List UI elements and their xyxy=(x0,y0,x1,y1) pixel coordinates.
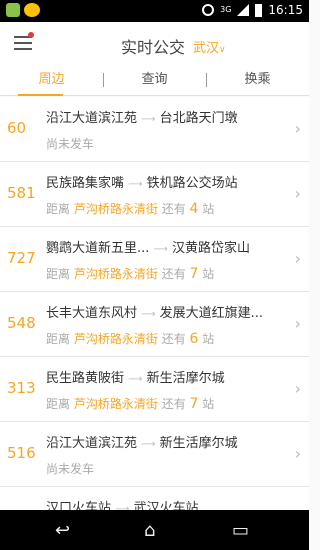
list-item[interactable]: 313 民生路黄陂街 ⟶ 新生活摩尔城 距离 芦沟桥路永清街 还有 7 站 › xyxy=(0,357,309,422)
line-number: 548 xyxy=(7,314,36,332)
arrow-right-icon: ⟶ xyxy=(128,179,143,190)
arrow-right-icon: ⟶ xyxy=(153,244,168,255)
line-number: 516 xyxy=(7,444,36,462)
route: 鹦鹉大道新五里... ⟶ 汉黄路岱家山 xyxy=(46,237,250,256)
route-from: 沿江大道滨江苑 xyxy=(46,111,138,126)
nearby-bus-list: 60 沿江大道滨江苑 ⟶ 台北路天门墩 尚未发车 › 581 民族路集家嘴 ⟶ … xyxy=(0,97,309,510)
distance-info: 距离 芦沟桥路永清街 还有 7 站 xyxy=(46,395,214,412)
arrow-right-icon: ⟶ xyxy=(141,114,156,125)
list-item[interactable]: 548 长丰大道东风村 ⟶ 发展大道红旗建... 距离 芦沟桥路永清街 还有 6… xyxy=(0,292,309,357)
route-from: 沿江大道滨江苑 xyxy=(46,436,138,451)
route-to: 铁机路公交场站 xyxy=(146,176,238,191)
clock: 16:15 xyxy=(268,3,303,17)
route-from: 汉口火车站 xyxy=(46,501,112,510)
remaining-suffix: 站 xyxy=(202,397,215,411)
page-title: 实时公交 xyxy=(121,38,186,57)
remaining-prefix: 还有 xyxy=(161,267,186,281)
remaining-suffix: 站 xyxy=(202,332,215,346)
active-tab-indicator xyxy=(18,94,63,96)
route: 民生路黄陂街 ⟶ 新生活摩尔城 xyxy=(46,367,225,386)
chevron-right-icon: › xyxy=(294,314,301,333)
line-number: 727 xyxy=(7,249,36,267)
arrow-right-icon: ⟶ xyxy=(128,374,143,385)
remaining-prefix: 还有 xyxy=(161,202,186,216)
list-item[interactable]: 60 沿江大道滨江苑 ⟶ 台北路天门墩 尚未发车 › xyxy=(0,97,309,162)
alarm-icon xyxy=(202,4,215,16)
distance-label: 距离 xyxy=(46,397,71,411)
list-item[interactable]: 581 民族路集家嘴 ⟶ 铁机路公交场站 距离 芦沟桥路永清街 还有 4 站 › xyxy=(0,162,309,227)
status-text: 尚未发车 xyxy=(46,137,95,151)
distance-label: 距离 xyxy=(46,267,71,281)
route-to: 台北路天门墩 xyxy=(159,111,238,126)
stop-count: 7 xyxy=(189,396,199,412)
app-notification-icon xyxy=(6,3,20,17)
city-selector[interactable]: 武汉∨ xyxy=(193,37,226,56)
stop-name: 芦沟桥路永清街 xyxy=(73,332,158,346)
distance-label: 距离 xyxy=(46,202,71,216)
route: 长丰大道东风村 ⟶ 发展大道红旗建... xyxy=(46,302,263,321)
notification-dot-icon xyxy=(28,32,34,38)
route-from: 民生路黄陂街 xyxy=(46,371,125,386)
chevron-right-icon: › xyxy=(294,379,301,398)
chevron-right-icon: › xyxy=(294,444,301,463)
distance-info: 距离 芦沟桥路永清街 还有 4 站 xyxy=(46,200,214,217)
tab-transfer[interactable]: 换乘 xyxy=(206,70,309,90)
list-item[interactable]: 727 鹦鹉大道新五里... ⟶ 汉黄路岱家山 距离 芦沟桥路永清街 还有 7 … xyxy=(0,227,309,292)
back-icon[interactable]: ↩ xyxy=(55,520,70,541)
signal-icon xyxy=(237,4,250,16)
status-text: 尚未发车 xyxy=(46,462,95,476)
chevron-right-icon: › xyxy=(294,184,301,203)
stop-count: 6 xyxy=(189,331,199,347)
distance-info: 距离 芦沟桥路永清街 还有 6 站 xyxy=(46,330,214,347)
weather-notification-icon xyxy=(24,3,40,17)
recent-apps-icon[interactable]: ▭ xyxy=(232,520,249,541)
remaining-suffix: 站 xyxy=(202,267,215,281)
home-icon[interactable]: ⌂ xyxy=(144,520,155,541)
line-number: 313 xyxy=(7,379,36,397)
tab-search[interactable]: 查询 xyxy=(103,70,206,90)
arrow-right-icon: ⟶ xyxy=(141,309,156,320)
stop-name: 芦沟桥路永清街 xyxy=(73,397,158,411)
route-from: 民族路集家嘴 xyxy=(46,176,125,191)
status-bar: 3G 16:15 xyxy=(0,0,309,22)
chevron-right-icon: › xyxy=(294,119,301,138)
route: 沿江大道滨江苑 ⟶ 新生活摩尔城 xyxy=(46,432,238,451)
stop-count: 4 xyxy=(189,201,199,217)
menu-icon[interactable] xyxy=(14,32,34,50)
arrow-right-icon: ⟶ xyxy=(141,439,156,450)
route-to: 发展大道红旗建... xyxy=(159,306,264,321)
distance-label: 距离 xyxy=(46,332,71,346)
line-number: 581 xyxy=(7,184,36,202)
list-item[interactable]: 516 沿江大道滨江苑 ⟶ 新生活摩尔城 尚未发车 › xyxy=(0,422,309,487)
chevron-right-icon: › xyxy=(294,249,301,268)
chevron-down-icon: ∨ xyxy=(219,45,226,55)
list-item[interactable]: 汉口火车站 ⟶ 武汉火车站 › xyxy=(0,487,309,510)
route-to: 新生活摩尔城 xyxy=(146,371,225,386)
remaining-suffix: 站 xyxy=(202,202,215,216)
network-type: 3G xyxy=(220,5,232,14)
tab-bar: 周边 查询 换乘 xyxy=(0,70,309,96)
battery-icon xyxy=(255,3,263,17)
remaining-prefix: 还有 xyxy=(161,332,186,346)
app-bar: 实时公交 武汉∨ xyxy=(0,22,309,70)
distance-info: 距离 芦沟桥路永清街 还有 7 站 xyxy=(46,265,214,282)
line-number: 60 xyxy=(7,119,27,137)
system-nav-bar: ↩ ⌂ ▭ xyxy=(0,510,309,550)
city-label: 武汉 xyxy=(193,41,220,56)
stop-count: 7 xyxy=(189,266,199,282)
route: 民族路集家嘴 ⟶ 铁机路公交场站 xyxy=(46,172,238,191)
route-to: 新生活摩尔城 xyxy=(159,436,238,451)
route-from: 长丰大道东风村 xyxy=(46,306,138,321)
route-to: 武汉火车站 xyxy=(133,501,199,510)
route: 沿江大道滨江苑 ⟶ 台北路天门墩 xyxy=(46,107,238,126)
route-to: 汉黄路岱家山 xyxy=(172,241,251,256)
stop-name: 芦沟桥路永清街 xyxy=(73,267,158,281)
route-from: 鹦鹉大道新五里... xyxy=(46,241,150,256)
stop-name: 芦沟桥路永清街 xyxy=(73,202,158,216)
route: 汉口火车站 ⟶ 武汉火车站 xyxy=(46,497,199,510)
tab-nearby[interactable]: 周边 xyxy=(0,70,103,90)
remaining-prefix: 还有 xyxy=(161,397,186,411)
